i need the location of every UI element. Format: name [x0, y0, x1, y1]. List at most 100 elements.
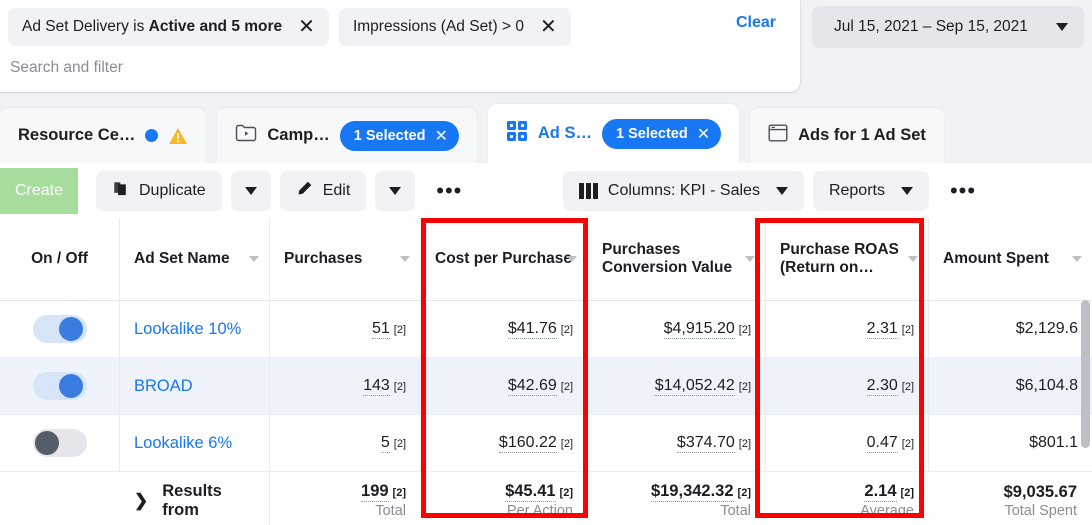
totals-spacer-cell	[0, 472, 120, 525]
header-ad-set-name[interactable]: Ad Set Name	[120, 218, 270, 300]
reports-button[interactable]: Reports	[813, 171, 929, 211]
filter-pill-delivery[interactable]: Ad Set Delivery is Active and 5 more ✕	[8, 8, 329, 46]
clear-filters-button[interactable]: Clear	[736, 14, 776, 32]
footnote-marker: [2]	[902, 438, 914, 450]
sort-chevron-icon[interactable]	[567, 256, 577, 262]
toggle-knob	[35, 431, 59, 455]
footnote-marker: [2]	[560, 487, 573, 499]
action-toolbar: Create Duplicate Edit ••• Columns: KPI -…	[0, 163, 1092, 218]
header-purchases[interactable]: Purchases	[270, 218, 421, 300]
tab-ad-sets[interactable]: Ad S… 1 Selected ✕	[488, 104, 739, 163]
footnote-marker: [2]	[561, 438, 573, 450]
edit-button[interactable]: Edit	[280, 171, 367, 211]
ad-set-name-link[interactable]: Lookalike 6%	[134, 434, 232, 453]
row-toggle-cell	[0, 415, 120, 471]
row-purchase-roas-cell: 0.47[2]	[766, 415, 929, 471]
close-icon[interactable]: ✕	[434, 126, 447, 146]
ad-sets-table: On / Off Ad Set Name Purchases Cost per …	[0, 218, 1092, 525]
tab-resource-center-label: Resource Ce…	[18, 126, 135, 145]
on-off-toggle[interactable]	[33, 429, 87, 457]
purchases-value: 143[2]	[363, 377, 406, 396]
cost-per-purchase-value: $41.76[2]	[508, 320, 573, 339]
table-row[interactable]: Lookalike 10% 51[2] $41.76[2] $4,915.20[…	[0, 301, 1092, 358]
footnote-marker: [2]	[739, 381, 751, 393]
sort-chevron-icon[interactable]	[1072, 256, 1082, 262]
row-toggle-cell	[0, 301, 120, 357]
search-row	[0, 46, 800, 90]
totals-cost-per-purchase-cell: $45.41[2] Per Action	[421, 472, 588, 525]
footnote-marker: [2]	[739, 324, 751, 336]
row-purchases-conversion-value-cell: $374.70[2]	[588, 415, 766, 471]
more-reports-button[interactable]: •••	[938, 184, 988, 197]
table-row[interactable]: BROAD 143[2] $42.69[2] $14,052.42[2] 2.3…	[0, 358, 1092, 415]
duplicate-button[interactable]: Duplicate	[96, 171, 222, 211]
header-amount-spent[interactable]: Amount Spent	[929, 218, 1092, 300]
footnote-marker: [2]	[738, 487, 751, 499]
totals-purchases-sublabel: Total	[375, 503, 406, 519]
on-off-toggle[interactable]	[33, 372, 87, 400]
toggle-knob	[59, 374, 83, 398]
purchases-value: 51[2]	[372, 320, 406, 339]
totals-label-cell: ❯ Results from	[120, 472, 270, 525]
tab-ad-sets-badge-label: 1 Selected	[616, 126, 688, 142]
vertical-scrollbar[interactable]	[1081, 300, 1090, 448]
sort-chevron-icon[interactable]	[400, 256, 410, 262]
header-cost-per-purchase-label: Cost per Purchase	[435, 250, 572, 268]
purchases-conversion-value: $14,052.42[2]	[655, 377, 751, 396]
duplicate-icon	[112, 180, 129, 202]
search-input[interactable]	[10, 59, 610, 77]
tab-ad-sets-selected-badge[interactable]: 1 Selected ✕	[602, 119, 721, 149]
ad-set-name-link[interactable]: BROAD	[134, 377, 193, 396]
purchase-roas-value: 2.31[2]	[867, 320, 914, 339]
adset-grid-icon	[506, 120, 528, 147]
edit-dropdown-button[interactable]	[375, 171, 415, 211]
ad-set-name-link[interactable]: Lookalike 10%	[134, 320, 241, 339]
sort-chevron-icon[interactable]	[249, 256, 259, 262]
tab-campaigns[interactable]: Camp… 1 Selected ✕	[217, 108, 477, 163]
totals-cost-per-purchase-sublabel: Per Action	[507, 503, 573, 519]
header-purchases-conversion-value[interactable]: Purchases Conversion Value	[588, 218, 766, 300]
chevron-down-icon	[1056, 23, 1068, 31]
row-purchase-roas-cell: 2.30[2]	[766, 358, 929, 414]
ads-window-icon	[768, 123, 788, 148]
table-row[interactable]: Lookalike 6% 5[2] $160.22[2] $374.70[2] …	[0, 415, 1092, 472]
tab-campaigns-selected-badge[interactable]: 1 Selected ✕	[340, 121, 459, 151]
create-button[interactable]: Create	[0, 168, 78, 214]
close-icon[interactable]: ✕	[296, 17, 317, 37]
filter-pill-impressions[interactable]: Impressions (Ad Set) > 0 ✕	[339, 8, 571, 46]
footnote-marker: [2]	[394, 381, 406, 393]
header-purchases-label: Purchases	[284, 250, 362, 268]
row-amount-spent-cell: $2,129.6	[929, 301, 1092, 357]
row-cost-per-purchase-cell: $160.22[2]	[421, 415, 588, 471]
header-on-off-label: On / Off	[31, 250, 88, 268]
columns-label: Columns: KPI - Sales	[608, 182, 760, 200]
sort-chevron-icon[interactable]	[908, 256, 918, 262]
columns-button[interactable]: Columns: KPI - Sales	[563, 171, 804, 211]
tab-ads[interactable]: Ads for 1 Ad Set	[750, 108, 944, 163]
row-cost-per-purchase-cell: $41.76[2]	[421, 301, 588, 357]
close-icon[interactable]: ✕	[697, 124, 710, 144]
totals-purchases-conversion-value-cell: $19,342.32[2] Total	[588, 472, 766, 525]
purchase-roas-value: 0.47[2]	[867, 434, 914, 453]
edit-label: Edit	[323, 182, 351, 200]
header-on-off: On / Off	[0, 218, 120, 300]
header-purchase-roas[interactable]: Purchase ROAS (Return on…	[766, 218, 929, 300]
more-actions-button[interactable]: •••	[424, 184, 474, 197]
campaign-folder-icon	[235, 123, 257, 148]
tab-campaigns-badge-label: 1 Selected	[354, 128, 426, 144]
sort-chevron-icon[interactable]	[745, 256, 755, 262]
toolbar-right-group: Columns: KPI - Sales Reports •••	[563, 171, 988, 211]
blue-dot-icon	[145, 129, 158, 142]
header-amount-spent-label: Amount Spent	[943, 250, 1049, 268]
date-range-picker[interactable]: Jul 15, 2021 – Sep 15, 2021	[812, 6, 1084, 48]
close-icon[interactable]: ✕	[538, 17, 559, 37]
totals-amount-spent-cell: $9,035.67 Total Spent	[929, 472, 1092, 525]
footnote-marker: [2]	[902, 381, 914, 393]
expand-chevron-icon[interactable]: ❯	[134, 491, 148, 511]
on-off-toggle[interactable]	[33, 315, 87, 343]
row-cost-per-purchase-cell: $42.69[2]	[421, 358, 588, 414]
totals-purchases-value: 199[2]	[361, 482, 406, 502]
tab-resource-center[interactable]: Resource Ce…	[0, 108, 206, 163]
duplicate-dropdown-button[interactable]	[231, 171, 271, 211]
header-cost-per-purchase[interactable]: Cost per Purchase	[421, 218, 588, 300]
